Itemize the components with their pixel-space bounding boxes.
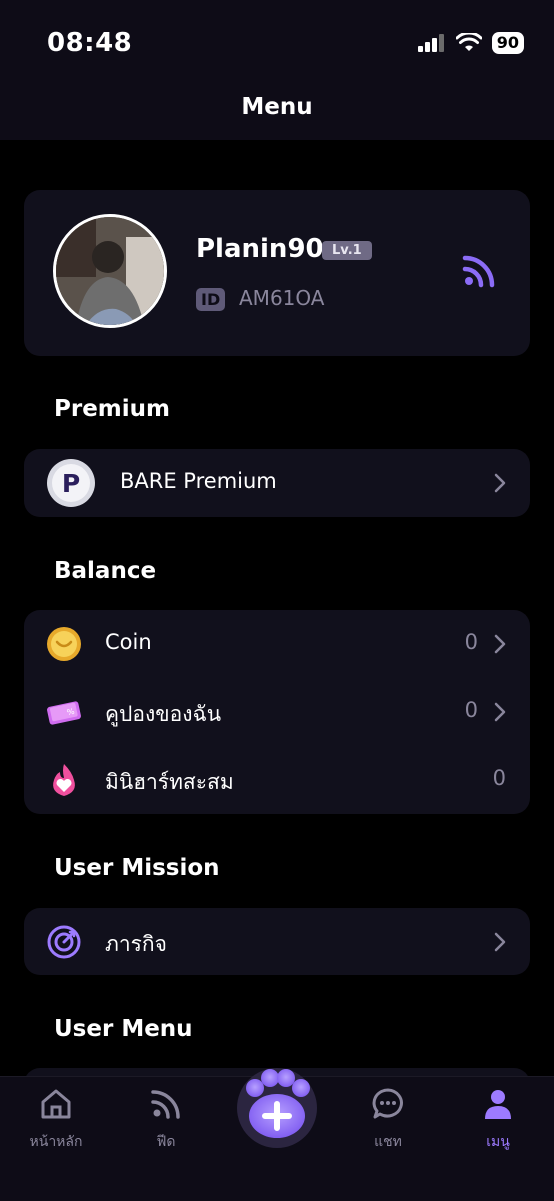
tab-chat[interactable]: แชท <box>333 1077 443 1157</box>
feed-icon <box>151 1090 180 1119</box>
coin-row[interactable]: Coin 0 <box>24 610 530 678</box>
mission-row[interactable]: ภารกิจ <box>24 908 530 976</box>
section-title-user-mission: User Mission <box>54 855 220 881</box>
coupon-label: คูปองของฉัน <box>105 702 222 726</box>
status-time: 08:48 <box>47 28 133 58</box>
section-title-user-menu: User Menu <box>54 1016 193 1042</box>
chevron-right-icon <box>494 702 506 722</box>
mission-target-icon <box>47 925 81 959</box>
mini-heart-icon <box>53 764 75 796</box>
avatar[interactable] <box>53 214 167 328</box>
wifi-icon <box>455 33 482 51</box>
id-tag: ID <box>196 288 226 311</box>
premium-p-icon: P <box>47 459 95 507</box>
status-icons: 90 <box>417 32 524 54</box>
tab-menu-label: เมนู <box>486 1134 510 1150</box>
bare-premium-label: BARE Premium <box>120 469 277 493</box>
feed-icon[interactable] <box>462 254 496 288</box>
user-icon <box>485 1090 511 1119</box>
avatar-photo <box>56 217 164 325</box>
chat-icon <box>372 1088 403 1119</box>
page-title: Menu <box>241 94 313 120</box>
coupon-icon: % <box>47 701 81 725</box>
level-badge: Lv.1 <box>322 241 372 260</box>
user-id-value: AM61OA <box>239 286 325 310</box>
home-icon <box>41 1089 71 1119</box>
premium-card: P BARE Premium <box>24 449 530 517</box>
mini-heart-label: มินิฮาร์ทสะสม <box>105 770 234 794</box>
tab-chat-label: แชท <box>374 1134 402 1150</box>
coin-value: 0 <box>464 630 478 654</box>
tab-menu[interactable]: เมนู <box>443 1077 553 1157</box>
battery-level: 90 <box>491 32 524 54</box>
bare-premium-row[interactable]: P BARE Premium <box>24 449 530 517</box>
mini-heart-row: มินิฮาร์ทสะสม 0 <box>24 746 530 814</box>
cellular-signal-icon <box>417 34 444 52</box>
tab-feed-label: ฟีด <box>156 1134 176 1150</box>
profile-card[interactable]: Planin90 Lv.1 ID AM61OA <box>24 190 530 356</box>
chevron-right-icon <box>494 932 506 952</box>
svg-text:P: P <box>62 469 80 498</box>
coupon-row[interactable]: % คูปองของฉัน 0 <box>24 678 530 746</box>
top-bar: Menu <box>0 90 554 140</box>
profile-username: Planin90 <box>196 234 324 264</box>
tab-feed[interactable]: ฟีด <box>111 1077 221 1157</box>
mission-label: ภารกิจ <box>105 932 167 956</box>
chevron-right-icon <box>494 634 506 654</box>
tab-home-label: หน้าหลัก <box>29 1134 83 1150</box>
balance-card: Coin 0 % คูปองของฉัน 0 มินิฮาร์ทสะสม 0 <box>24 610 530 814</box>
status-bar: 08:48 90 <box>0 0 554 90</box>
add-paw-icon[interactable] <box>231 1058 323 1150</box>
section-title-balance: Balance <box>54 558 157 584</box>
coin-label: Coin <box>105 630 152 654</box>
mini-heart-value: 0 <box>492 766 506 790</box>
section-title-premium: Premium <box>54 396 170 422</box>
coupon-value: 0 <box>464 698 478 722</box>
mission-card: ภารกิจ <box>24 908 530 975</box>
tab-home[interactable]: หน้าหลัก <box>1 1077 111 1157</box>
coin-icon <box>47 627 81 661</box>
chevron-right-icon <box>494 473 506 493</box>
